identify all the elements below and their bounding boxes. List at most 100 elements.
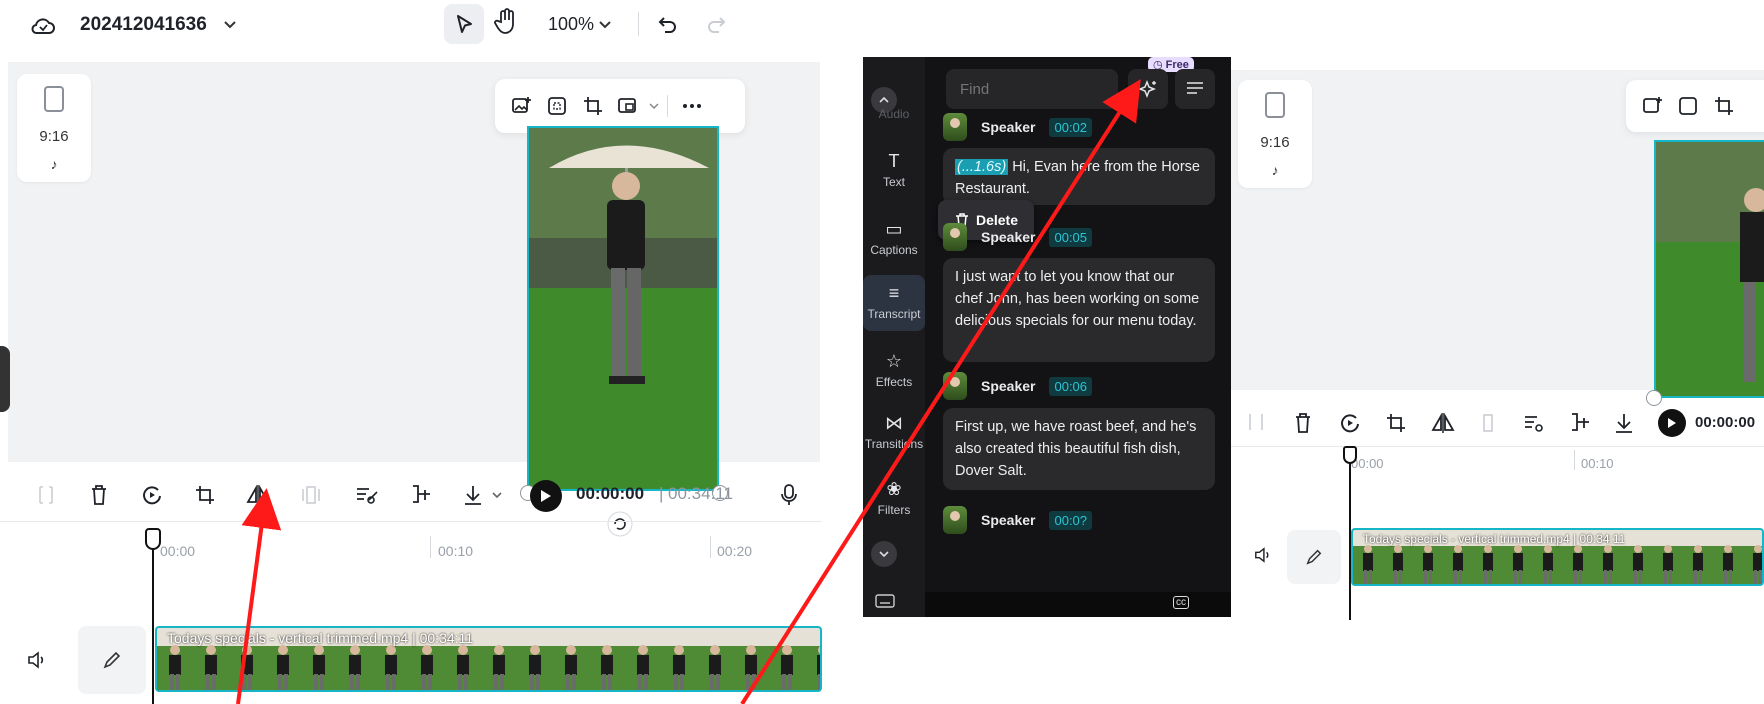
find-input[interactable] (946, 69, 1118, 109)
speaker-timestamp[interactable]: 00:05 (1049, 227, 1093, 247)
redo-button[interactable] (704, 12, 728, 36)
project-name[interactable]: 202412041636 (80, 14, 207, 36)
delete-icon[interactable] (1293, 412, 1313, 434)
edit-track-button[interactable] (1287, 530, 1341, 584)
playhead-handle[interactable] (145, 528, 161, 550)
ratio-card[interactable]: 9:16 ♪ (17, 74, 91, 182)
audio-split-icon[interactable] (408, 482, 434, 508)
rail-item-effects[interactable]: ☆ Effects (863, 351, 925, 389)
speaker-timestamp[interactable]: 00:0? (1049, 510, 1093, 530)
layout-chevron-icon[interactable] (647, 88, 661, 124)
download-chevron-icon[interactable] (484, 482, 510, 508)
play-button[interactable] (1658, 409, 1686, 437)
speaker-name[interactable]: Speaker (981, 229, 1035, 245)
speaker-timestamp[interactable]: 00:02 (1049, 117, 1093, 137)
playhead-line (152, 548, 154, 704)
remove-background-icon[interactable] (1523, 412, 1547, 434)
more-icon[interactable] (674, 88, 710, 124)
phone-ratio-icon (44, 86, 64, 112)
delete-icon[interactable] (86, 482, 112, 508)
video-preview-frame[interactable] (527, 126, 719, 491)
hand-icon (494, 8, 514, 34)
split-icon[interactable] (1247, 412, 1265, 432)
transcript-bubble[interactable]: (...1.6s) Hi, Evan here from the Horse R… (943, 148, 1215, 205)
hand-tool-button[interactable] (494, 8, 518, 36)
replace-image-icon[interactable] (503, 88, 539, 124)
transcript-text[interactable]: First up, we have roast beef, and he's a… (955, 419, 1196, 479)
speaker-name[interactable]: Speaker (981, 378, 1035, 394)
transcript-text[interactable]: I just want to let you know that our che… (955, 269, 1199, 329)
silence-gap-tag[interactable]: (...1.6s) (955, 159, 1009, 175)
rail-item-transcript[interactable]: ≡ Transcript (863, 275, 925, 331)
volume-icon[interactable] (1253, 546, 1273, 564)
split-icon[interactable] (33, 482, 59, 508)
zoom-level[interactable]: 100% (548, 14, 594, 35)
rail-item-transitions[interactable]: ⋈ Transitions (863, 413, 925, 451)
volume-icon[interactable] (26, 650, 48, 670)
download-icon[interactable] (460, 482, 486, 508)
video-clip[interactable]: Todays specials - vertical trimmed.mp4 |… (155, 626, 822, 692)
mirror-icon[interactable] (245, 482, 271, 508)
remove-background-icon[interactable] (354, 482, 380, 508)
layout-icon[interactable] (611, 88, 647, 124)
speaker-avatar (943, 506, 967, 534)
keyboard-icon[interactable] (875, 593, 895, 609)
resize-handle-bottom-left[interactable] (1646, 390, 1662, 406)
transcript-menu-button[interactable] (1175, 69, 1215, 109)
speaker-avatar (943, 223, 967, 251)
speaker-name[interactable]: Speaker (981, 119, 1035, 135)
closed-captions-icon[interactable]: cc (1173, 596, 1189, 609)
download-icon[interactable] (1613, 412, 1635, 434)
ai-enhance-button[interactable] (1128, 69, 1168, 109)
ruler-label: 00:00 (160, 543, 196, 559)
transcript-bubble[interactable]: First up, we have roast beef, and he's a… (943, 408, 1215, 490)
speaker-row: Speaker 00:0? (943, 505, 1093, 535)
total-duration: 00:34:11 (668, 484, 733, 503)
list-icon (1187, 82, 1203, 94)
preview-canvas[interactable]: 9:16 ♪ (8, 62, 820, 537)
play-icon (541, 490, 551, 502)
mirror-icon[interactable] (1431, 412, 1455, 434)
chevron-down-icon[interactable] (222, 16, 238, 32)
ratio-card[interactable]: 9:16 ♪ (1238, 80, 1312, 188)
fit-icon[interactable] (539, 88, 575, 124)
crop-tool-icon[interactable] (192, 482, 218, 508)
play-button[interactable] (530, 480, 562, 512)
ruler-tick (710, 536, 711, 558)
fit-icon[interactable] (1670, 88, 1706, 124)
right-editor: 9:16 ♪ 00:00:00 00:00 00:10 Todays speci… (1231, 60, 1764, 620)
rail-item-captions[interactable]: ▭ Captions (863, 219, 925, 257)
crop-tool-icon[interactable] (1385, 412, 1407, 434)
audio-split-icon[interactable] (1569, 412, 1591, 434)
zoom-chevron-icon[interactable] (598, 17, 612, 31)
video-frame-image (529, 128, 717, 489)
freeze-icon[interactable] (1477, 412, 1499, 434)
ratio-label: 9:16 (39, 128, 69, 145)
side-drawer-tab[interactable] (0, 346, 10, 412)
transcript-bubble[interactable]: I just want to let you know that our che… (943, 258, 1215, 362)
rail-scroll-down-icon[interactable] (871, 541, 897, 567)
video-preview-frame[interactable] (1654, 140, 1764, 398)
microphone-icon[interactable] (776, 482, 802, 508)
speed-icon[interactable] (1339, 412, 1361, 434)
freeze-icon[interactable] (298, 482, 324, 508)
rail-item-filters[interactable]: ❀ Filters (863, 479, 925, 517)
canvas-floating-toolbar (495, 79, 745, 133)
speaker-timestamp[interactable]: 00:06 (1049, 376, 1093, 396)
clip-label: Todays specials - vertical trimmed.mp4 |… (167, 630, 474, 646)
replace-image-icon[interactable] (1634, 88, 1670, 124)
rail-item-audio[interactable]: Audio (863, 107, 925, 121)
video-clip[interactable]: Todays specials - vertical trimmed.mp4 |… (1351, 528, 1764, 586)
transcript-icon: ≡ (888, 283, 900, 303)
speaker-name[interactable]: Speaker (981, 512, 1035, 528)
rail-item-text[interactable]: T Text (863, 151, 925, 189)
crop-icon[interactable] (1706, 88, 1742, 124)
preview-canvas[interactable]: 9:16 ♪ (1231, 70, 1764, 406)
select-tool-button[interactable] (444, 4, 484, 44)
crop-icon[interactable] (575, 88, 611, 124)
speed-icon[interactable] (139, 482, 165, 508)
cloud-icon[interactable] (30, 14, 56, 38)
undo-button[interactable] (656, 12, 680, 36)
timecode-separator: | (659, 484, 664, 503)
edit-track-button[interactable] (78, 626, 146, 694)
